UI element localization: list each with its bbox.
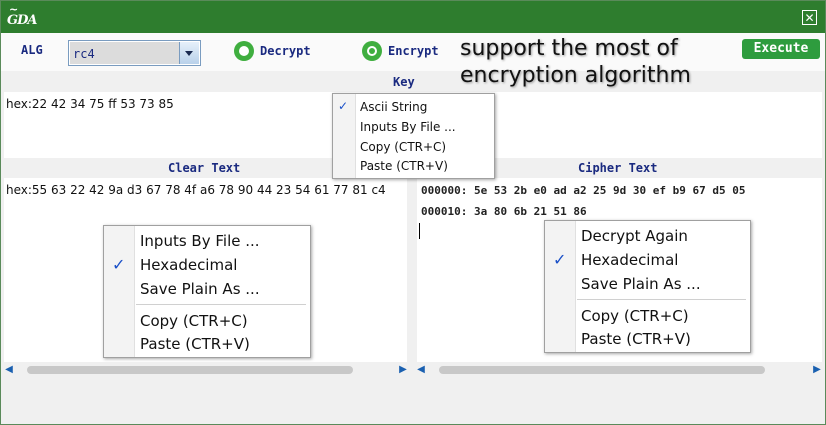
scrollbar-thumb[interactable] [27, 366, 353, 374]
annotation-line-2: encryption algorithm [460, 63, 691, 88]
menu-item-copy[interactable]: Copy (CTR+C) [545, 303, 750, 327]
scrollbar-thumb[interactable] [439, 366, 765, 374]
close-icon: ✕ [804, 11, 815, 25]
decrypt-label: Decrypt [260, 44, 311, 58]
cipher-context-menu: Decrypt Again ✓ Hexadecimal Save Plain A… [544, 220, 751, 353]
alg-select-value: rc4 [73, 47, 95, 61]
menu-item-ascii-string[interactable]: ✓ Ascii String [333, 97, 494, 117]
annotation-line-1: support the most of [460, 36, 678, 61]
close-button[interactable]: ✕ [802, 10, 817, 25]
key-title: Key [393, 75, 415, 89]
menu-item-inputs-by-file[interactable]: Inputs By File ... [333, 117, 494, 137]
clear-context-menu: Inputs By File ... ✓ Hexadecimal Save Pl… [103, 225, 311, 358]
scroll-left-icon[interactable]: ◀ [416, 363, 426, 377]
title-bar: ~ GDA ✕ [1, 1, 825, 33]
encrypt-label: Encrypt [388, 44, 439, 58]
menu-item-inputs-by-file[interactable]: Inputs By File ... [104, 228, 310, 252]
text-cursor [419, 223, 420, 239]
check-icon: ✓ [112, 255, 126, 274]
alg-label: ALG [21, 43, 43, 57]
radio-ring-icon [234, 41, 254, 61]
clear-horizontal-scrollbar[interactable]: ◀ ▶ [4, 363, 408, 377]
cipher-text-title: Cipher Text [578, 161, 658, 175]
menu-item-save-plain-as[interactable]: Save Plain As ... [545, 271, 750, 295]
menu-item-paste[interactable]: Paste (CTR+V) [333, 157, 494, 177]
chevron-down-icon[interactable] [179, 42, 199, 64]
menu-item-copy[interactable]: Copy (CTR+C) [104, 308, 310, 332]
key-value: hex:22 42 34 75 ff 53 73 85 [6, 97, 174, 111]
menu-item-hexadecimal[interactable]: ✓ Hexadecimal [104, 252, 310, 276]
menu-item-hexadecimal[interactable]: ✓ Hexadecimal [545, 247, 750, 271]
scroll-right-icon[interactable]: ▶ [812, 363, 822, 377]
check-icon: ✓ [553, 250, 567, 269]
cipher-line: 000000: 5e 53 2b e0 ad a2 25 9d 30 ef b9… [421, 184, 746, 197]
cipher-horizontal-scrollbar[interactable]: ◀ ▶ [416, 363, 822, 377]
menu-item-copy[interactable]: Copy (CTR+C) [333, 137, 494, 157]
menu-separator [577, 299, 746, 300]
execute-button[interactable]: Execute [742, 39, 820, 59]
menu-item-paste[interactable]: Paste (CTR+V) [104, 332, 310, 356]
gda-crypto-window: ~ GDA ✕ ALG rc4 Decrypt Encrypt support … [0, 0, 826, 425]
clear-text-title: Clear Text [168, 161, 241, 175]
check-icon: ✓ [338, 99, 349, 113]
toolbar: ALG rc4 Decrypt Encrypt [1, 33, 825, 71]
clear-text-value: hex:55 63 22 42 9a d3 67 78 4f a6 78 90 … [6, 183, 386, 197]
cipher-line: 000010: 3a 80 6b 21 51 86 [421, 205, 587, 218]
radio-ring-selected-icon [362, 41, 382, 61]
menu-item-paste[interactable]: Paste (CTR+V) [545, 327, 750, 351]
scroll-right-icon[interactable]: ▶ [398, 363, 408, 377]
annotation-caption: support the most of encryption algorithm [460, 35, 691, 89]
key-context-menu: ✓ Ascii String Inputs By File ... Copy (… [332, 93, 495, 179]
app-logo: ~ GDA [7, 3, 37, 28]
menu-item-decrypt-again[interactable]: Decrypt Again [545, 223, 750, 247]
alg-select[interactable]: rc4 [68, 40, 201, 66]
menu-separator [136, 304, 306, 305]
scroll-left-icon[interactable]: ◀ [4, 363, 14, 377]
menu-item-save-plain-as[interactable]: Save Plain As ... [104, 276, 310, 300]
